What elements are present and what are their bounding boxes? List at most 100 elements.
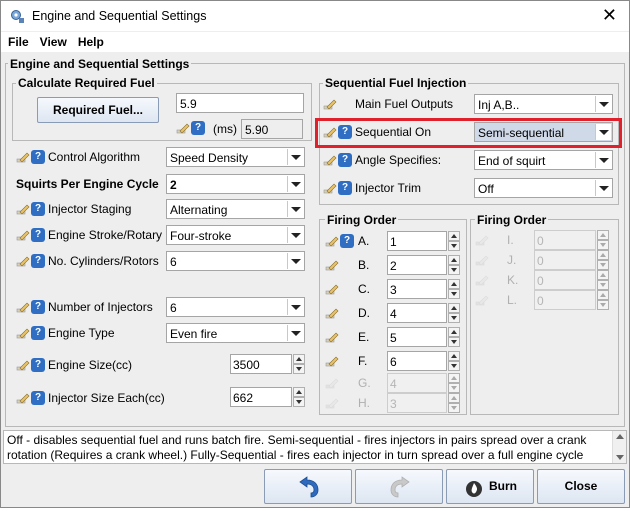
control-algorithm-select[interactable]: Speed Density xyxy=(166,147,305,167)
engine-size-spinner[interactable]: 3500 xyxy=(230,354,306,374)
firing-d-input[interactable]: 4 xyxy=(387,303,447,323)
help-icon[interactable]: ? xyxy=(31,391,45,405)
firing-a-input[interactable]: 1 xyxy=(387,231,447,251)
scroll-up-icon[interactable] xyxy=(616,434,624,439)
pencil-icon[interactable] xyxy=(325,282,339,296)
injector-size-input[interactable]: 662 xyxy=(230,387,292,407)
help-text-scrollbar[interactable] xyxy=(612,431,626,463)
sequential-on-select[interactable]: Semi-sequential xyxy=(474,122,613,142)
firing-b-input[interactable]: 2 xyxy=(387,255,447,275)
increment-button[interactable] xyxy=(448,327,460,337)
decrement-button[interactable] xyxy=(448,241,460,251)
increment-button[interactable] xyxy=(293,354,305,364)
decrement-button[interactable] xyxy=(448,265,460,275)
chevron-down-icon[interactable] xyxy=(287,201,303,217)
firing-f-input[interactable]: 6 xyxy=(387,351,447,371)
increment-button[interactable] xyxy=(448,255,460,265)
help-text-area[interactable]: Off - disables sequential fuel and runs … xyxy=(3,430,627,464)
chevron-down-icon[interactable] xyxy=(287,325,303,341)
increment-button[interactable] xyxy=(448,279,460,289)
pencil-icon[interactable] xyxy=(16,391,30,405)
firing-d-spinner[interactable]: 4 xyxy=(387,303,461,323)
firing-a-spinner[interactable]: 1 xyxy=(387,231,461,251)
pencil-icon[interactable] xyxy=(325,354,339,368)
main-outputs-select[interactable]: Inj A,B.. xyxy=(474,94,613,114)
help-icon[interactable]: ? xyxy=(31,254,45,268)
injector-size-label: Injector Size Each(cc) xyxy=(48,391,165,405)
burn-button[interactable]: Burn xyxy=(446,469,534,504)
cylinders-select[interactable]: 6 xyxy=(166,251,305,271)
undo-button[interactable] xyxy=(264,469,352,504)
pencil-icon[interactable] xyxy=(16,300,30,314)
help-icon[interactable]: ? xyxy=(191,121,205,135)
decrement-button[interactable] xyxy=(448,337,460,347)
close-window-icon[interactable]: ✕ xyxy=(602,5,617,25)
help-icon[interactable]: ? xyxy=(31,326,45,340)
menu-file[interactable]: File xyxy=(8,35,29,49)
pencil-icon[interactable] xyxy=(323,181,337,195)
chevron-down-icon[interactable] xyxy=(287,299,303,315)
firing-e-input[interactable]: 5 xyxy=(387,327,447,347)
num-injectors-select[interactable]: 6 xyxy=(166,297,305,317)
pencil-icon[interactable] xyxy=(325,234,339,248)
engine-type-select[interactable]: Even fire xyxy=(166,323,305,343)
decrement-button[interactable] xyxy=(448,313,460,323)
firing-c-spinner[interactable]: 3 xyxy=(387,279,461,299)
firing-f-spinner[interactable]: 6 xyxy=(387,351,461,371)
chevron-down-icon[interactable] xyxy=(287,253,303,269)
squirts-select[interactable]: 2 xyxy=(166,174,305,194)
scroll-down-icon[interactable] xyxy=(616,455,624,460)
required-fuel-input[interactable]: 5.9 xyxy=(176,93,304,113)
pencil-icon[interactable] xyxy=(176,121,190,135)
chevron-down-icon[interactable] xyxy=(595,180,611,196)
pencil-icon[interactable] xyxy=(16,202,30,216)
decrement-button[interactable] xyxy=(448,289,460,299)
firing-e-spinner[interactable]: 5 xyxy=(387,327,461,347)
help-icon[interactable]: ? xyxy=(338,125,352,139)
help-icon[interactable]: ? xyxy=(338,153,352,167)
decrement-button[interactable] xyxy=(448,361,460,371)
pencil-icon[interactable] xyxy=(323,153,337,167)
help-icon[interactable]: ? xyxy=(338,181,352,195)
pencil-icon[interactable] xyxy=(323,97,337,111)
pencil-icon[interactable] xyxy=(16,254,30,268)
help-icon[interactable]: ? xyxy=(340,234,354,248)
pencil-icon[interactable] xyxy=(325,330,339,344)
help-icon[interactable]: ? xyxy=(31,228,45,242)
injector-trim-select[interactable]: Off xyxy=(474,178,613,198)
menu-view[interactable]: View xyxy=(40,35,67,49)
menu-help[interactable]: Help xyxy=(78,35,104,49)
engine-stroke-select[interactable]: Four-stroke xyxy=(166,225,305,245)
angle-specifies-select[interactable]: End of squirt xyxy=(474,150,613,170)
engine-size-input[interactable]: 3500 xyxy=(230,354,292,374)
chevron-down-icon[interactable] xyxy=(595,124,611,140)
help-icon[interactable]: ? xyxy=(31,202,45,216)
close-button[interactable]: Close xyxy=(537,469,625,504)
increment-button[interactable] xyxy=(293,387,305,397)
increment-button[interactable] xyxy=(448,303,460,313)
pencil-icon[interactable] xyxy=(16,228,30,242)
help-icon[interactable]: ? xyxy=(31,358,45,372)
increment-button[interactable] xyxy=(448,351,460,361)
pencil-icon[interactable] xyxy=(325,258,339,272)
decrement-button[interactable] xyxy=(293,397,305,407)
decrement-button[interactable] xyxy=(293,364,305,374)
pencil-icon[interactable] xyxy=(16,326,30,340)
pencil-icon[interactable] xyxy=(16,358,30,372)
pencil-icon[interactable] xyxy=(16,150,30,164)
increment-button[interactable] xyxy=(448,231,460,241)
injector-staging-select[interactable]: Alternating xyxy=(166,199,305,219)
pencil-icon[interactable] xyxy=(325,306,339,320)
required-fuel-button[interactable]: Required Fuel... xyxy=(37,97,159,123)
firing-b-spinner[interactable]: 2 xyxy=(387,255,461,275)
injector-size-spinner[interactable]: 662 xyxy=(230,387,306,407)
help-icon[interactable]: ? xyxy=(31,300,45,314)
firing-c-input[interactable]: 3 xyxy=(387,279,447,299)
help-icon[interactable]: ? xyxy=(31,150,45,164)
chevron-down-icon[interactable] xyxy=(287,176,303,192)
chevron-down-icon[interactable] xyxy=(287,149,303,165)
chevron-down-icon[interactable] xyxy=(595,96,611,112)
chevron-down-icon[interactable] xyxy=(595,152,611,168)
chevron-down-icon[interactable] xyxy=(287,227,303,243)
pencil-icon[interactable] xyxy=(323,125,337,139)
